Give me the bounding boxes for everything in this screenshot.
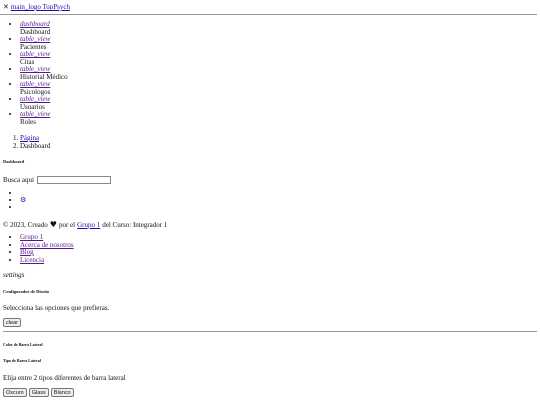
brand-row: ✕ main_logo TopPsych	[3, 3, 70, 11]
glass-button[interactable]: Glass	[28, 388, 49, 397]
clear-button[interactable]: clear	[3, 318, 21, 327]
sidebar-item-usuarios[interactable]: table_viewUsuarios	[20, 95, 68, 111]
copyright-text: © 2023, Creado	[3, 220, 48, 229]
navbar-icons: ⚙	[0, 190, 26, 211]
white-button[interactable]: Blanco	[50, 388, 74, 397]
navbar-item-empty[interactable]	[20, 204, 26, 211]
group-link[interactable]: Grupo 1	[77, 221, 100, 229]
clear-button-wrap: clear	[3, 318, 21, 327]
divider	[0, 14, 537, 15]
footer-copyright: © 2023, Creado ♥ por el Grupo 1 del Curs…	[3, 220, 167, 229]
search-input[interactable]	[36, 176, 111, 184]
footer-links: Grupo 1 Acerca de nosotros Blog Licencia	[0, 233, 74, 264]
sidebar-type-desc: Elija entre 2 tipos diferentes de barra …	[3, 374, 126, 382]
sidebar-item-label[interactable]: Roles	[20, 118, 36, 126]
dark-button[interactable]: Oscuro	[3, 388, 27, 397]
search-label: Busca aqui	[3, 176, 34, 184]
sidebar-type-title: Tipo de Barra Lateral	[3, 358, 41, 363]
search-group: Busca aqui	[3, 176, 111, 184]
brand-link[interactable]: main_logo TopPsych	[11, 3, 70, 11]
configurator-title: Configurador de Diseño	[3, 289, 50, 294]
sidebar-nav: dashboardDashboard table_viewPacientes t…	[0, 20, 68, 126]
sidebar-item-pacientes[interactable]: table_viewPacientes	[20, 35, 68, 51]
brand-name: TopPsych	[42, 3, 70, 11]
sidebar-item-historial[interactable]: table_viewHistorial Médico	[20, 65, 68, 81]
by-text: por el	[58, 220, 76, 229]
logo-image-alt: main_logo	[10, 3, 41, 11]
sidebar-item-psicologos[interactable]: table_viewPsicologos	[20, 80, 68, 96]
sidebar-color-title: Color de Barra Lateral	[3, 342, 43, 347]
course-text: del Curso: Integrador 1	[102, 220, 168, 229]
breadcrumb: Página Dashboard	[0, 134, 50, 151]
sidebar-type-buttons: Oscuro Glass Blanco	[3, 388, 74, 397]
footer-link-license[interactable]: Licencia	[20, 256, 44, 264]
clear-icon: clear	[6, 320, 18, 326]
page-title: Dashboard	[3, 159, 25, 164]
breadcrumb-item-current: Dashboard	[20, 142, 50, 151]
heart-icon: ♥	[49, 220, 57, 229]
sidebar-item-dashboard[interactable]: dashboardDashboard	[20, 20, 68, 36]
sidebar-item-roles[interactable]: table_viewRoles	[20, 110, 68, 126]
divider	[3, 331, 537, 332]
sidebar-item-citas[interactable]: table_viewCitas	[20, 50, 68, 66]
configurator-subtitle: Selecciona las opciones que prefieras.	[3, 304, 110, 312]
close-icon[interactable]: ✕	[3, 3, 9, 11]
settings-icon[interactable]: settings	[3, 271, 24, 279]
